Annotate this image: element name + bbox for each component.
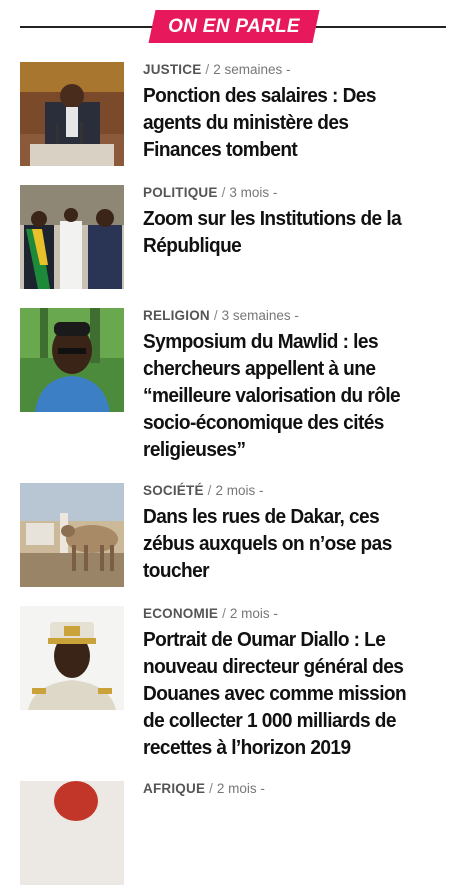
- article-category[interactable]: POLITIQUE: [143, 185, 218, 200]
- thumbnail-image: [20, 185, 124, 289]
- article-time: 3 mois -: [229, 185, 278, 200]
- article-time: 3 semaines -: [221, 308, 299, 323]
- meta-separator: /: [221, 185, 226, 200]
- article-title[interactable]: Symposium du Mawlid : les chercheurs app…: [143, 328, 431, 463]
- meta-separator: /: [213, 308, 218, 323]
- article-meta: SOCIÉTÉ/2 mois -: [143, 483, 263, 498]
- thumbnail-image: [20, 483, 124, 587]
- thumbnail-image: [20, 62, 124, 166]
- meta-separator: /: [205, 62, 210, 77]
- article-meta: AFRIQUE /2 mois -: [143, 781, 265, 796]
- section-title: ON EN PARLE: [168, 16, 300, 37]
- thumbnail-image: [20, 606, 124, 710]
- meta-separator: /: [207, 483, 212, 498]
- article-time: 2 mois -: [216, 781, 265, 796]
- article-category[interactable]: JUSTICE: [143, 62, 201, 77]
- article-title[interactable]: Ponction des salaires : Des agents du mi…: [143, 82, 431, 163]
- thumbnail-image: [20, 781, 124, 885]
- article-thumbnail[interactable]: [20, 781, 124, 885]
- article-meta: JUSTICE /2 semaines -: [143, 62, 290, 77]
- article-thumbnail[interactable]: [20, 308, 124, 412]
- article-title[interactable]: Dans les rues de Dakar, ces zébus auxque…: [143, 503, 431, 584]
- article-time: 2 semaines -: [213, 62, 291, 77]
- article-category[interactable]: RELIGION: [143, 308, 210, 323]
- section-badge: ON EN PARLE: [148, 10, 320, 43]
- article-title[interactable]: Zoom sur les Institutions de la Républiq…: [143, 205, 431, 259]
- article-category[interactable]: AFRIQUE: [143, 781, 205, 796]
- article-thumbnail[interactable]: [20, 483, 124, 587]
- article-category[interactable]: SOCIÉTÉ: [143, 483, 204, 498]
- article-thumbnail[interactable]: [20, 185, 124, 289]
- article-meta: RELIGION/3 semaines -: [143, 308, 299, 323]
- article-title[interactable]: Portrait de Oumar Diallo : Le nouveau di…: [143, 626, 431, 761]
- article-time: 2 mois -: [229, 606, 278, 621]
- article-thumbnail[interactable]: [20, 62, 124, 166]
- meta-separator: /: [209, 781, 213, 796]
- meta-separator: /: [222, 606, 226, 621]
- article-category[interactable]: ECONOMIE: [143, 606, 218, 621]
- thumbnail-image: [20, 308, 124, 412]
- article-time: 2 mois -: [215, 483, 264, 498]
- section-header: ON EN PARLE: [0, 0, 466, 52]
- article-thumbnail[interactable]: [20, 606, 124, 710]
- article-meta: POLITIQUE/3 mois -: [143, 185, 277, 200]
- article-meta: ECONOMIE /2 mois -: [143, 606, 278, 621]
